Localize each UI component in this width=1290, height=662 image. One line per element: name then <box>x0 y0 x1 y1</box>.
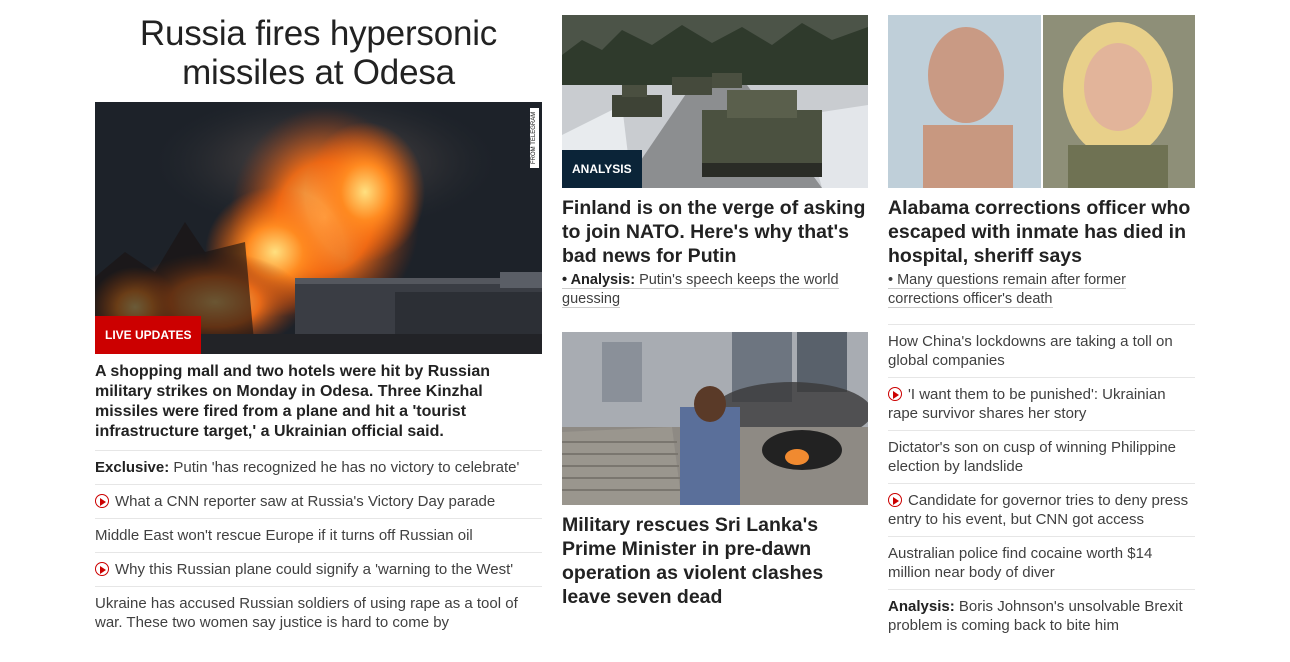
image-credit: FROM TELEGRAM <box>530 108 539 168</box>
item-text: Dictator's son on cusp of winning Philip… <box>888 439 1177 475</box>
right-column: Alabama corrections officer who escaped … <box>888 15 1195 642</box>
lead-description[interactable]: A shopping mall and two hotels were hit … <box>95 362 542 442</box>
item-text: Candidate for governor tries to deny pre… <box>888 492 1189 528</box>
finland-headline[interactable]: Finland is on the verge of asking to joi… <box>562 196 868 268</box>
play-circle-icon <box>888 493 902 507</box>
list-item[interactable]: Ukraine has accused Russian soldiers of … <box>95 586 542 639</box>
list-item[interactable]: Exclusive: Putin 'has recognized he has … <box>95 450 542 484</box>
lead-story: Russia fires hypersonic missiles at Odes… <box>95 0 542 639</box>
play-circle-icon <box>95 562 109 576</box>
analysis-badge[interactable]: ANALYSIS <box>562 150 642 188</box>
list-item[interactable]: Middle East won't rescue Europe if it tu… <box>95 518 542 552</box>
sri-lanka-card-image[interactable] <box>562 332 868 505</box>
protest-scene-illustration <box>562 332 868 505</box>
list-item[interactable]: Analysis: Boris Johnson's unsolvable Bre… <box>888 589 1195 642</box>
list-item[interactable]: How China's lockdowns are taking a toll … <box>888 324 1195 377</box>
live-updates-badge[interactable]: LIVE UPDATES <box>95 316 202 354</box>
list-item[interactable]: What a CNN reporter saw at Russia's Vict… <box>95 484 542 518</box>
item-prefix: Exclusive: <box>95 459 170 476</box>
item-text: Why this Russian plane could signify a '… <box>115 561 514 578</box>
lead-headline[interactable]: Russia fires hypersonic missiles at Odes… <box>95 0 542 92</box>
item-text: Middle East won't rescue Europe if it tu… <box>95 527 473 544</box>
play-circle-icon <box>95 494 109 508</box>
item-text: 'I want them to be punished': Ukrainian … <box>888 386 1166 422</box>
mugshots-illustration <box>888 15 1195 188</box>
finland-subheadline[interactable]: • Analysis: Putin's speech keeps the wor… <box>562 271 868 309</box>
alabama-headline[interactable]: Alabama corrections officer who escaped … <box>888 196 1195 268</box>
item-text: Putin 'has recognized he has no victory … <box>169 459 520 476</box>
sub-prefix: • Analysis: <box>562 272 636 288</box>
alabama-card-image[interactable] <box>888 15 1195 188</box>
left-related-list: Exclusive: Putin 'has recognized he has … <box>95 450 542 639</box>
item-text: Ukraine has accused Russian soldiers of … <box>95 595 518 631</box>
right-related-list: How China's lockdowns are taking a toll … <box>888 324 1195 642</box>
list-item[interactable]: Australian police find cocaine worth $14… <box>888 536 1195 589</box>
play-circle-icon <box>888 387 902 401</box>
finland-card-image[interactable]: ANALYSIS <box>562 15 868 188</box>
sri-lanka-headline[interactable]: Military rescues Sri Lanka's Prime Minis… <box>562 513 868 609</box>
lead-image[interactable]: FROM TELEGRAM LIVE UPDATES <box>95 102 542 354</box>
item-text: Australian police find cocaine worth $14… <box>888 545 1153 581</box>
list-item[interactable]: Dictator's son on cusp of winning Philip… <box>888 430 1195 483</box>
item-text: How China's lockdowns are taking a toll … <box>888 333 1173 369</box>
sub-text: • Many questions remain after former cor… <box>888 272 1126 308</box>
alabama-subheadline[interactable]: • Many questions remain after former cor… <box>888 271 1195 309</box>
list-item[interactable]: Why this Russian plane could signify a '… <box>95 552 542 586</box>
item-prefix: Analysis: <box>888 598 955 615</box>
list-item[interactable]: 'I want them to be punished': Ukrainian … <box>888 377 1195 430</box>
item-text: What a CNN reporter saw at Russia's Vict… <box>115 493 496 510</box>
middle-column: ANALYSIS Finland is on the verge of aski… <box>562 15 868 609</box>
list-item[interactable]: Candidate for governor tries to deny pre… <box>888 483 1195 536</box>
